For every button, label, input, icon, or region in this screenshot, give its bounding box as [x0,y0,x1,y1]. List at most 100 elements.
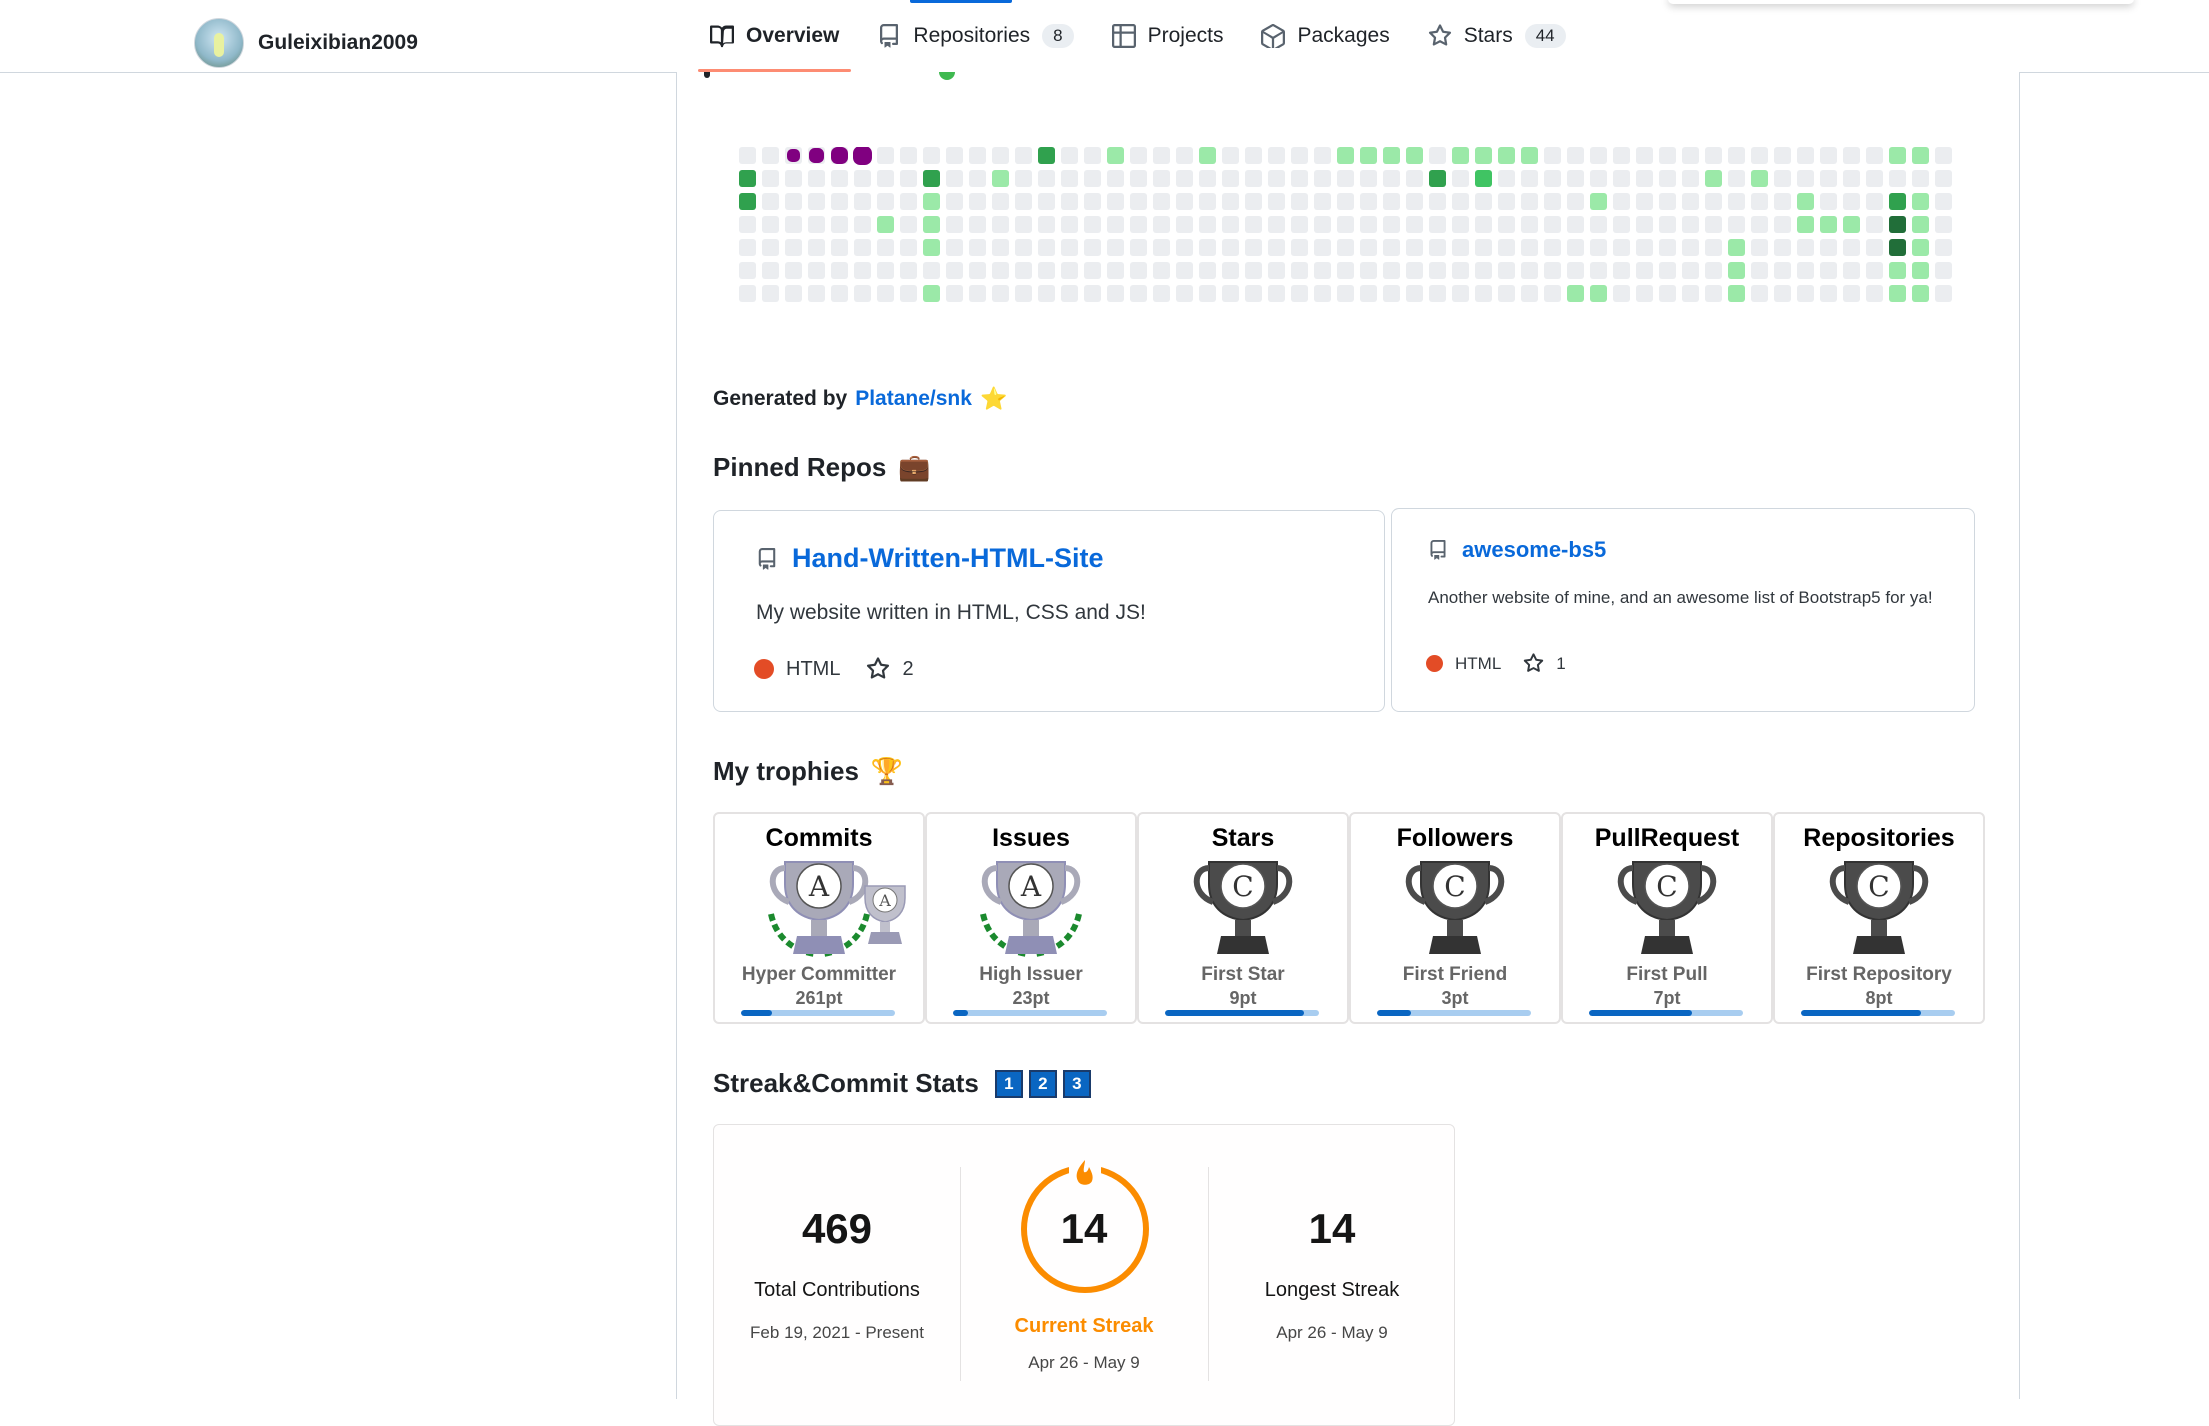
repo-name-row[interactable]: awesome-bs5 [1428,537,1606,563]
contribution-cell [1038,239,1055,256]
contribution-cell [1314,262,1331,279]
contribution-cell [1728,239,1745,256]
trophy-title: First Friend [1402,964,1508,985]
contribution-cell [1705,170,1722,187]
trophy-progress-bar [741,1010,895,1016]
generated-by-line: Generated by Platane/snk ⭐ [713,386,1007,412]
contribution-cell [1567,170,1584,187]
keycap-1-badge: 1 [994,1069,1023,1098]
contribution-cell [1406,147,1423,164]
tab-overview[interactable]: Overview [697,0,852,72]
longest-streak-value: 14 [1308,1205,1356,1252]
contribution-cell [1613,147,1630,164]
contribution-cell [900,170,917,187]
contribution-cell [1084,193,1101,210]
contribution-cell [1061,216,1078,233]
contribution-cell [1291,216,1308,233]
contribution-cell [969,170,986,187]
contribution-cell [1912,193,1929,210]
tab-projects[interactable]: Projects [1111,0,1224,72]
contribution-cell [1544,193,1561,210]
avatar[interactable] [194,18,244,68]
contribution-cell [854,193,871,210]
contribution-cell [1751,216,1768,233]
contribution-cell [900,147,917,164]
contribution-cell [1406,239,1423,256]
profile-tabs: Overview Repositories 8 Projects Package… [697,0,1566,72]
pinned-repos-heading: Pinned Repos 💼 [713,452,931,483]
contribution-cell [1291,285,1308,302]
contribution-cell [831,285,848,302]
contribution-cell [946,285,963,302]
contribution-cell [1843,285,1860,302]
contribution-cell [1820,285,1837,302]
trophy-card[interactable]: Stars C First Star 9pt [1137,812,1349,1024]
contribution-cell [1130,262,1147,279]
trophy-card[interactable]: Followers C First Friend 3pt [1349,812,1561,1024]
contribution-cell [923,239,940,256]
contribution-cell [1705,193,1722,210]
contribution-cell [923,147,940,164]
repo-meta: HTML 2 [754,657,914,681]
contribution-cell [1797,239,1814,256]
contribution-cell [1199,147,1216,164]
contribution-cell [1268,170,1285,187]
profile-nav-bar: Guleixibian2009 Overview Repositories 8 … [0,0,2209,73]
book-icon [710,25,734,48]
tab-packages[interactable]: Packages [1261,0,1390,72]
repo-name-row[interactable]: Hand-Written-HTML-Site [756,543,1103,574]
trophy-cup-icon: C [1829,861,1929,954]
trophy-cup-icon: A [980,861,1082,957]
repo-name-link[interactable]: awesome-bs5 [1462,537,1606,563]
platane-snk-link[interactable]: Platane/snk [855,387,972,411]
contribution-cell [1222,147,1239,164]
contribution-cell [1084,239,1101,256]
profile-readme: Generated by Platane/snk ⭐ Pinned Repos … [676,72,2020,1426]
contribution-cell [739,216,756,233]
repo-name-link[interactable]: Hand-Written-HTML-Site [792,543,1103,574]
contribution-cell [1107,170,1124,187]
contribution-cell [1452,262,1469,279]
snake-segment [787,149,800,162]
contribution-cell [1406,285,1423,302]
contribution-cell [1521,216,1538,233]
contribution-cell [1199,193,1216,210]
trophy-category: Commits [765,824,873,852]
tab-repositories[interactable]: Repositories 8 [877,0,1074,72]
contribution-cell [1751,262,1768,279]
divider [960,1167,961,1381]
contribution-cell [1452,193,1469,210]
rank-letter: A [808,870,830,903]
pinned-repo-card[interactable]: Hand-Written-HTML-Site My website writte… [713,510,1385,712]
dropdown-edge [1668,0,2134,4]
contribution-cell [877,262,894,279]
contribution-cell [1475,239,1492,256]
username[interactable]: Guleixibian2009 [258,31,418,55]
user-identity[interactable]: Guleixibian2009 [194,18,418,68]
contribution-cell [1245,147,1262,164]
trophy-card[interactable]: PullRequest C First Pull 7pt [1561,812,1773,1024]
trophy-points: 3pt [1441,988,1469,1008]
trophy-points: 23pt [1012,988,1050,1008]
contribution-cell [1636,285,1653,302]
contribution-cell [1498,193,1515,210]
tab-label: Projects [1147,24,1224,47]
contribution-cell [1337,216,1354,233]
tab-label: Stars [1463,24,1513,47]
contribution-cell [1705,216,1722,233]
contribution-cell [1682,170,1699,187]
trophy-card[interactable]: Issues A High Issuer 23pt [925,812,1137,1024]
contribution-cell [1452,239,1469,256]
contribution-cell [1797,216,1814,233]
contribution-cell [1452,170,1469,187]
trophy-card[interactable]: Repositories C First Repository 8pt [1773,812,1985,1024]
pinned-repo-card[interactable]: awesome-bs5 Another website of mine, and… [1391,508,1975,712]
contribution-cell [1107,216,1124,233]
streak-stats-card[interactable]: 469 Total Contributions Feb 19, 2021 - P… [713,1124,1455,1426]
repo-icon [880,24,899,48]
contribution-cell [1521,170,1538,187]
trophy-card[interactable]: Commits A A Hyper Committer 261pt [713,812,925,1024]
contribution-cell [1176,285,1193,302]
current-streak-label: Current Streak [1014,1315,1154,1337]
tab-stars[interactable]: Stars 44 [1428,0,1566,72]
